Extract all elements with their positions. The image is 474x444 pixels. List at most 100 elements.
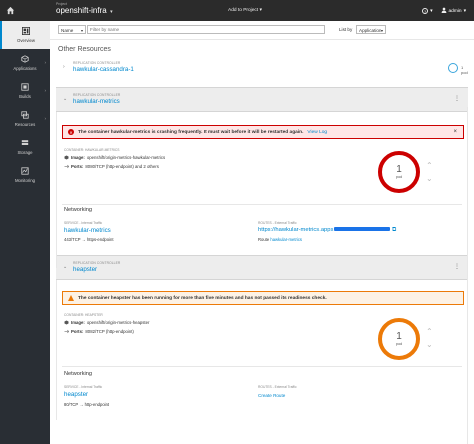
view-log-link[interactable]: View Log (307, 130, 327, 135)
filter-by-select[interactable]: Name ▾ (58, 25, 86, 34)
project-switcher[interactable]: Project openshift-infra ▾ (56, 2, 113, 15)
top-navbar: Project openshift-infra ▾ Add to Project… (0, 0, 474, 21)
replication-controller-cassandra: › REPLICATION CONTROLLER hawkular-cassan… (56, 59, 468, 77)
service-label: SERVICE - Internal Traffic (64, 385, 103, 389)
close-icon[interactable]: × (453, 129, 457, 135)
list-by-select[interactable]: Application ▾ (356, 25, 386, 34)
image-icon (64, 320, 69, 325)
sidebar-item-label: Monitoring (14, 178, 36, 183)
route-url-link[interactable]: https://hawkular-metrics.apps ⧉ (258, 227, 396, 234)
external-link-icon: ⧉ (392, 227, 397, 233)
kebab-menu-icon[interactable]: ⋮ (454, 95, 460, 102)
rc-name-link[interactable]: hawkular-cassandra-1 (73, 66, 134, 73)
alert-message: The container heapster has been running … (78, 295, 327, 301)
networking-title: Networking (64, 371, 92, 377)
chevron-down-icon[interactable]: ⌄ (63, 264, 67, 270)
pod-count: 1 pod (461, 65, 468, 75)
container-label: CONTAINER: HEAPSTER (64, 313, 103, 317)
rc-name-link[interactable]: heapster (73, 266, 97, 273)
sidebar-item-builds[interactable]: Builds › (0, 77, 50, 105)
replication-controller-metrics-header: ⌄ REPLICATION CONTROLLER hawkular-metric… (56, 87, 468, 112)
main-content: Name▾ List by Application▾ Other Resourc… (50, 21, 474, 444)
container-ports: Ports: 8082/TCP (http-endpoint) (64, 329, 134, 334)
pod-donut[interactable]: 1 pod (378, 151, 420, 193)
storage-icon (21, 139, 29, 148)
sidebar-item-storage[interactable]: Storage (0, 133, 50, 161)
list-by-label: List by (339, 27, 353, 32)
divider (62, 204, 462, 205)
sidebar-item-label: Overview (17, 38, 35, 43)
scale-up-icon[interactable]: ⌃ (426, 161, 433, 170)
help-icon: ? (422, 8, 429, 14)
chevron-down-icon: ▾ (80, 28, 83, 33)
divider (62, 366, 462, 367)
help-menu[interactable]: ? ▾ (422, 8, 433, 14)
chevron-right-icon: › (44, 88, 47, 93)
image-icon (64, 155, 69, 160)
pod-donut[interactable]: 1 pod (378, 318, 420, 360)
sidebar-item-monitoring[interactable]: Monitoring (0, 161, 50, 189)
sidebar-item-overview[interactable]: Overview (0, 21, 50, 49)
pod-label: pod (395, 175, 403, 179)
kebab-menu-icon[interactable]: ⋮ (454, 263, 460, 270)
scale-down-icon[interactable]: ⌄ (426, 340, 433, 349)
sidebar-item-resources[interactable]: Resources › (0, 105, 50, 133)
rc-kind-label: REPLICATION CONTROLLER (73, 93, 121, 97)
scale-down-icon[interactable]: ⌄ (426, 174, 433, 183)
routes-label: ROUTES - External Traffic (258, 221, 297, 225)
service-link[interactable]: hawkular-metrics (64, 227, 111, 234)
route-name-link[interactable]: hawkular-metrics (270, 237, 302, 242)
warning-alert: The container heapster has been running … (62, 291, 464, 305)
user-icon (441, 7, 447, 15)
cubes-icon (21, 55, 29, 64)
chevron-right-icon[interactable]: › (63, 64, 65, 70)
build-icon (21, 83, 29, 92)
card-border (467, 107, 468, 444)
rc-kind-label: REPLICATION CONTROLLER (73, 261, 121, 265)
container-image: Image: openshift/origin-metrics-heapster (64, 320, 149, 325)
chevron-right-icon: › (44, 60, 47, 65)
sidebar-item-label: Storage (17, 150, 33, 155)
pod-status-ring (448, 63, 458, 73)
sidebar: Overview Applications › Builds › Resourc… (0, 21, 50, 444)
service-ports: 443/TCP → https-endpoint (64, 237, 114, 242)
redacted-hostname (334, 227, 391, 232)
scale-up-icon[interactable]: ⌃ (426, 327, 433, 336)
create-route-link[interactable]: Create Route (258, 393, 285, 398)
sidebar-item-label: Resources (14, 122, 36, 127)
project-name[interactable]: openshift-infra (56, 6, 107, 15)
card-border (56, 112, 57, 268)
rc-kind-label: REPLICATION CONTROLLER (73, 61, 121, 65)
sidebar-item-label: Applications (13, 66, 37, 71)
dashboard-icon (22, 27, 30, 36)
home-icon[interactable] (0, 0, 21, 21)
chevron-down-icon: ▾ (259, 8, 262, 13)
card-border (56, 280, 57, 420)
chevron-down-icon: ▾ (380, 28, 383, 33)
service-ports: 80/TCP → http-endpoint (64, 402, 110, 407)
container-label: CONTAINER: HAWKULAR-METRICS (64, 148, 120, 152)
filter-toolbar: Name▾ List by Application▾ (56, 25, 468, 35)
chevron-down-icon[interactable]: ▾ (110, 9, 113, 15)
section-title: Other Resources (58, 46, 111, 53)
rc-name-link[interactable]: hawkular-metrics (73, 98, 120, 105)
error-icon: ✕ (68, 129, 74, 135)
user-name: admin (448, 8, 462, 14)
ports-icon (64, 164, 69, 169)
alert-message: The container hawkular-metrics is crashi… (78, 129, 304, 135)
routes-label: ROUTES - External Traffic (258, 385, 297, 389)
sidebar-item-label: Builds (19, 94, 31, 99)
user-menu[interactable]: admin ▾ (441, 7, 466, 15)
pod-count: 1 (396, 164, 402, 175)
chevron-down-icon: ▾ (430, 8, 433, 14)
resources-icon (21, 111, 29, 120)
add-to-project-button[interactable]: Add to Project ▾ (228, 8, 262, 13)
sidebar-item-applications[interactable]: Applications › (0, 49, 50, 77)
service-link[interactable]: heapster (64, 391, 88, 398)
networking-title: Networking (64, 207, 92, 213)
pod-label: pod (395, 342, 403, 346)
error-alert: ✕ The container hawkular-metrics is cras… (62, 125, 464, 139)
chevron-down-icon[interactable]: ⌄ (63, 96, 67, 102)
monitoring-icon (21, 167, 29, 176)
filter-input[interactable] (87, 25, 325, 34)
